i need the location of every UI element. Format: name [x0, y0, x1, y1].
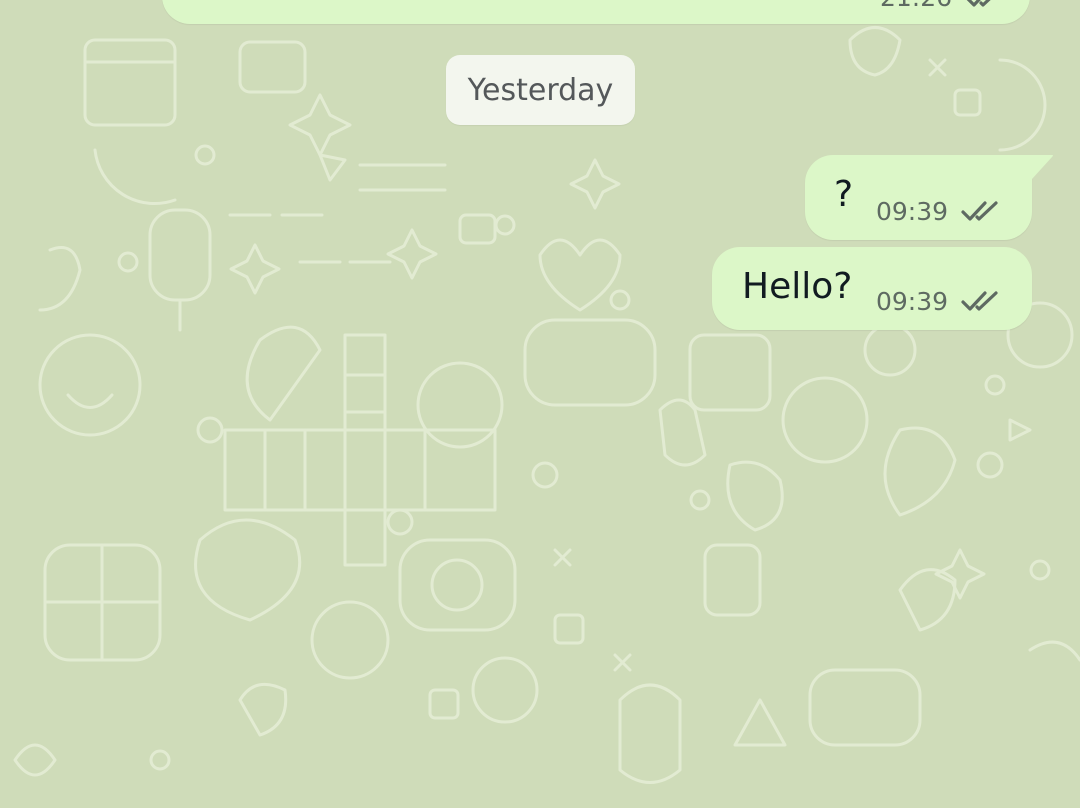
- message-meta: 09:39: [876, 198, 1004, 224]
- ice-cream-doodle-icon: [148, 208, 212, 302]
- coin-doodle-icon: [781, 376, 869, 464]
- heart-doodle-icon: [538, 238, 622, 312]
- message-bubble[interactable]: ? 09:39: [805, 155, 1032, 240]
- camera-doodle-icon: [398, 538, 517, 632]
- speech-doodle-icon: [808, 668, 922, 747]
- chat-doodle-icon: [523, 318, 657, 407]
- clock-doodle-icon: [310, 600, 390, 680]
- message-meta: 09:39: [876, 288, 1004, 314]
- double-check-icon: [966, 0, 991, 7]
- watermelon-doodle-icon: [93, 148, 177, 206]
- smiley-doodle-icon: [38, 333, 142, 437]
- crossword-doodle-icon: [223, 333, 497, 567]
- message-time: 09:39: [876, 196, 949, 226]
- corn-doodle-icon: [883, 426, 957, 517]
- double-check-icon: [961, 201, 998, 221]
- bottle-doodle-icon: [703, 543, 762, 617]
- message-bubble-previous[interactable]: p 21:26: [162, 0, 1030, 24]
- message-bubble[interactable]: Hello? 09:39: [712, 247, 1032, 330]
- double-check-icon: [961, 291, 998, 311]
- date-separator: Yesterday: [446, 55, 635, 125]
- message-text: ?: [834, 174, 854, 215]
- compass-doodle-icon: [416, 361, 504, 449]
- bubble-tail: [1028, 155, 1053, 179]
- message-time: 21:26: [880, 0, 952, 10]
- calendar-doodle-icon: [83, 38, 177, 127]
- message-text: Hello?: [742, 266, 853, 307]
- message-time: 09:39: [876, 286, 949, 316]
- message-meta: 21:26: [880, 0, 1008, 10]
- dumpling-doodle-icon: [471, 656, 539, 724]
